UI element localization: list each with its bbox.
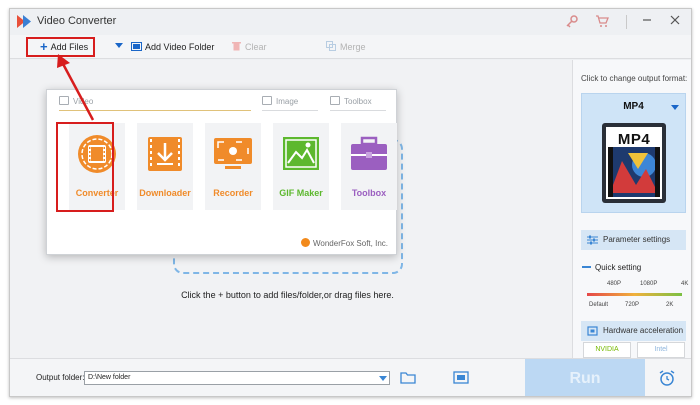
res-2k: 2K [666,302,674,308]
folder-video-icon [131,42,142,51]
res-720p: 720P [625,302,640,308]
app-window: Video Converter + Add Files Add Video Fol… [9,8,692,397]
toolbox-category-line [330,110,386,111]
add-video-folder-label: Add Video Folder [145,42,215,52]
browse-folder-icon[interactable] [400,370,416,385]
res-4k: 4K [681,281,689,287]
mp4-icon-text: MP4 [617,131,651,148]
quick-setting: Quick setting [582,263,641,272]
downloader-label: Downloader [139,188,191,198]
merge-label: Merge [340,42,366,52]
title-bar: Video Converter [10,9,691,35]
toolbox-icon [351,136,387,170]
output-folder-dropdown-icon[interactable] [379,376,387,381]
recorder-label: Recorder [213,188,253,198]
download-icon [148,137,182,171]
res-1080p: 1080P [640,281,658,287]
add-video-folder-button[interactable]: Add Video Folder [131,38,214,56]
drop-hint: Click the + button to add files/folder,o… [181,290,394,300]
bottom-bar: Output folder: D:\New folder Run [10,358,691,396]
format-name: MP4 [623,101,644,112]
window-title: Video Converter [37,15,117,27]
res-480p: 480P [607,281,622,287]
merge-icon [326,41,336,51]
quick-setting-icon [582,266,591,268]
category-image: Image [276,97,299,106]
minimize-button[interactable] [638,13,656,31]
add-files-highlight [26,37,95,57]
brand-label: WonderFox Soft, Inc. [313,239,388,248]
output-folder-field[interactable]: D:\New folder [84,371,390,385]
cart-icon[interactable] [594,14,610,30]
nvidia-option[interactable]: NVIDIA [583,342,631,358]
hardware-acceleration-button[interactable]: Hardware acceleration [581,321,686,341]
trash-icon [232,42,241,51]
close-button[interactable] [666,13,684,31]
chip-icon [587,326,598,336]
video-category-line [59,110,251,111]
quick-setting-label: Quick setting [595,263,642,272]
output-folder-label: Output folder: [36,373,85,382]
merge-button[interactable]: Merge [326,38,366,56]
output-format-selector[interactable]: MP4 MP4 [581,93,686,213]
category-toolbox: Toolbox [344,97,372,106]
toolbar: + Add Files Add Video Folder Clear Merge [10,35,691,59]
toolbox-category-icon [330,96,340,105]
gif-image-icon [283,137,319,170]
toolbox-tile[interactable]: Toolbox [341,123,397,210]
parameter-settings-button[interactable]: Parameter settings [581,230,686,250]
open-output-folder-icon[interactable] [453,370,469,385]
output-folder-value: D:\New folder [88,374,131,381]
hardware-acceleration-label: Hardware acceleration [603,326,684,335]
output-format-panel: Click to change output format: MP4 MP4 P… [572,60,691,358]
app-logo-icon [17,15,31,28]
image-category-icon [262,96,272,105]
add-files-dropdown[interactable] [115,38,123,56]
key-icon[interactable] [564,14,580,30]
parameter-settings-label: Parameter settings [603,235,671,244]
category-video: Video [73,97,94,106]
res-default: Default [589,302,609,308]
titlebar-separator [626,15,627,29]
converter-highlight [56,122,114,212]
format-dropdown-icon[interactable] [671,105,679,110]
downloader-tile[interactable]: Downloader [137,123,193,210]
recorder-tile[interactable]: Recorder [205,123,261,210]
gif-maker-label: GIF Maker [279,188,323,198]
brand-footer: WonderFox Soft, Inc. [301,238,388,248]
intel-option[interactable]: Intel [637,342,685,358]
sliders-icon [587,235,598,245]
screen-recorder-icon [214,138,252,169]
toolbox-label: Toolbox [351,188,387,198]
wonderfox-logo-icon [301,238,310,247]
quality-slider[interactable] [587,293,682,296]
run-button[interactable]: Run [525,359,645,396]
video-category-icon [59,96,69,105]
clear-button[interactable]: Clear [232,38,267,56]
gif-maker-tile[interactable]: GIF Maker [273,123,329,210]
image-category-line [262,110,318,111]
format-caption: Click to change output format: [581,74,688,83]
clear-label: Clear [245,42,267,52]
alarm-clock-icon[interactable] [658,369,676,387]
